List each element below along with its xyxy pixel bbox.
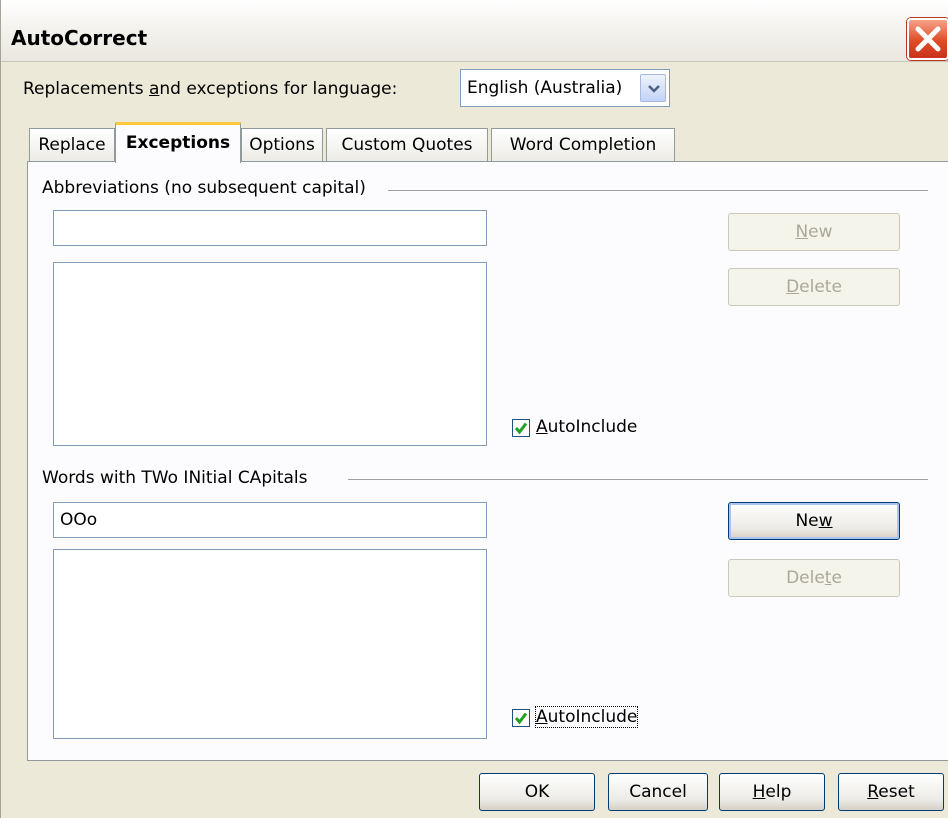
close-icon: [915, 26, 941, 52]
tab-replace[interactable]: Replace: [29, 128, 115, 162]
language-row: Replacements and exceptions for language…: [1, 62, 948, 112]
abbreviations-list[interactable]: [53, 262, 487, 446]
abbreviation-input[interactable]: [53, 210, 487, 246]
two-capitals-list[interactable]: [53, 549, 487, 739]
title-bar[interactable]: AutoCorrect: [1, 0, 948, 62]
language-label: Replacements and exceptions for language…: [23, 79, 398, 99]
abbreviations-divider: [388, 190, 928, 191]
window-title: AutoCorrect: [11, 26, 148, 50]
autocorrect-dialog: AutoCorrect Replacements and exceptions …: [0, 0, 948, 818]
tab-word-completion[interactable]: Word Completion: [491, 128, 675, 162]
abbreviation-delete-button[interactable]: Delete: [728, 268, 900, 306]
chevron-down-icon: [648, 85, 660, 93]
close-button[interactable]: [907, 18, 948, 60]
checkmark-icon: [514, 422, 528, 435]
two-capitals-input[interactable]: OOo: [53, 502, 487, 538]
ok-button[interactable]: OK: [479, 773, 595, 811]
checkbox-box[interactable]: [512, 709, 530, 727]
tab-bar: Replace Exceptions Options Custom Quotes…: [1, 122, 948, 163]
abbreviation-autoinclude-checkbox[interactable]: AutoInclude: [512, 417, 652, 441]
abbreviation-new-button[interactable]: New: [728, 213, 900, 251]
checkbox-box[interactable]: [512, 419, 530, 437]
abbreviations-group-title: Abbreviations (no subsequent capital): [42, 178, 374, 198]
two-capitals-delete-button[interactable]: Delete: [728, 559, 900, 597]
language-select[interactable]: English (Australia): [460, 69, 670, 107]
help-button[interactable]: Help: [719, 773, 825, 811]
cancel-button[interactable]: Cancel: [608, 773, 708, 811]
checkmark-icon: [514, 712, 528, 725]
two-capitals-divider: [348, 479, 928, 480]
reset-button[interactable]: Reset: [838, 773, 944, 811]
exceptions-panel: Abbreviations (no subsequent capital) Ne…: [27, 161, 948, 761]
tab-options[interactable]: Options: [241, 128, 323, 162]
language-select-value: English (Australia): [467, 78, 623, 98]
autoinclude-label: AutoInclude: [534, 706, 639, 728]
two-capitals-group-title: Words with TWo INitial CApitals: [42, 468, 316, 488]
two-capitals-new-button[interactable]: New: [728, 502, 900, 540]
language-dropdown-button[interactable]: [640, 74, 666, 102]
autoinclude-label: AutoInclude: [536, 417, 638, 437]
tab-custom-quotes[interactable]: Custom Quotes: [326, 128, 488, 162]
tab-exceptions[interactable]: Exceptions: [115, 122, 241, 163]
two-capitals-autoinclude-checkbox[interactable]: AutoInclude: [512, 706, 652, 731]
